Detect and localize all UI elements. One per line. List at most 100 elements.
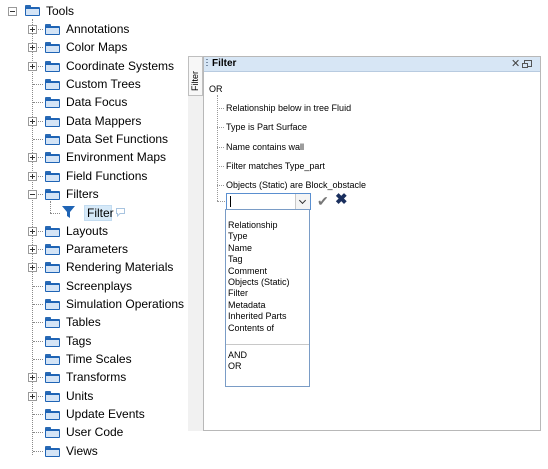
dropdown-operator-option[interactable]: AND [228, 350, 247, 361]
expand-icon[interactable] [28, 373, 37, 382]
tree-guide-branch [33, 451, 43, 452]
expand-icon[interactable] [28, 43, 37, 52]
folder-icon [45, 79, 60, 90]
dropdown-option[interactable]: Tag [228, 254, 243, 265]
tree-item-label[interactable]: Rendering Materials [66, 258, 173, 276]
panel-header[interactable]: Filter ✕ [204, 57, 540, 72]
tree-item-label[interactable]: Tables [66, 313, 101, 331]
folder-icon [45, 391, 60, 402]
tree-item-label[interactable]: Time Scales [66, 350, 132, 368]
filter-condition[interactable]: Relationship below in tree Fluid [226, 102, 351, 114]
filter-condition[interactable]: Name contains wall [226, 141, 304, 153]
dropdown-option[interactable]: Relationship [228, 220, 278, 231]
root-operator[interactable]: OR [209, 83, 223, 95]
float-window-icon[interactable] [522, 60, 532, 68]
tree-item-label[interactable]: Environment Maps [66, 148, 166, 166]
dropdown-option[interactable]: Filter [228, 288, 248, 299]
filter-funnel-icon [62, 206, 75, 218]
tree-guide-branch [33, 139, 43, 140]
filter-guide-branch [217, 185, 224, 186]
close-icon[interactable]: ✕ [511, 57, 520, 71]
filter-condition[interactable]: Filter matches Type_part [226, 160, 325, 172]
tree-item-label[interactable]: Units [66, 387, 93, 405]
folder-icon [45, 152, 60, 163]
filter-condition[interactable]: Type is Part Surface [226, 121, 307, 133]
tree-guide-line-filter [50, 213, 60, 214]
expand-icon[interactable] [28, 117, 37, 126]
tree-guide-branch [33, 341, 43, 342]
tree-guide-branch [33, 432, 43, 433]
tree-item-label[interactable]: Views [66, 442, 98, 460]
folder-icon [45, 244, 60, 255]
dropdown-operator-option[interactable]: OR [228, 361, 242, 372]
folder-icon [45, 281, 60, 292]
tree-item-label[interactable]: Update Events [66, 405, 145, 423]
folder-icon [45, 134, 60, 145]
tree-item-label[interactable]: User Code [66, 423, 123, 441]
condition-type-combo[interactable] [226, 193, 311, 210]
filter-panel: Filter ✕ OR Relationship below in tree F… [203, 56, 541, 431]
dropdown-arrow-icon[interactable] [295, 194, 310, 209]
dropdown-option[interactable]: Comment [228, 266, 267, 277]
dropdown-option[interactable]: Name [228, 243, 252, 254]
side-tab-strip [188, 56, 204, 431]
folder-icon [45, 189, 60, 200]
collapse-tools-icon[interactable] [8, 7, 17, 16]
filter-condition[interactable]: Objects (Static) are Block_obstacle [226, 179, 366, 191]
tree-guide-branch [33, 304, 43, 305]
accept-check-icon[interactable]: ✔ [317, 193, 329, 209]
expand-icon[interactable] [28, 25, 37, 34]
tree-item-label[interactable]: Coordinate Systems [66, 57, 174, 75]
tree-item-label[interactable]: Filters [66, 185, 99, 203]
expand-icon[interactable] [28, 392, 37, 401]
tree-item-label[interactable]: Screenplays [66, 277, 132, 295]
folder-icon [45, 116, 60, 127]
tree-item-label[interactable]: Parameters [66, 240, 128, 258]
tree-guide-line-filters [50, 201, 51, 213]
dropdown-option[interactable]: Contents of [228, 323, 274, 334]
comment-bubble-icon[interactable] [115, 207, 126, 217]
expand-icon[interactable] [28, 227, 37, 236]
expand-icon[interactable] [28, 62, 37, 71]
tree-guide-branch [33, 102, 43, 103]
folder-icon [45, 409, 60, 420]
folder-icon [45, 226, 60, 237]
tree-item-label[interactable]: Data Focus [66, 93, 127, 111]
cancel-x-icon[interactable]: ✖ [335, 192, 348, 208]
drag-grip-icon[interactable] [206, 59, 208, 68]
tree-item-label[interactable]: Layouts [66, 222, 108, 240]
tree-item-label[interactable]: Data Mappers [66, 112, 141, 130]
folder-icon [45, 299, 60, 310]
filter-guide-branch [217, 108, 224, 109]
tree-guide-branch [33, 286, 43, 287]
tree-item-label[interactable]: Custom Trees [66, 75, 141, 93]
tree-item-label[interactable]: Tags [66, 332, 91, 350]
tree-root-tools[interactable]: Tools [46, 2, 74, 20]
folder-icon [45, 317, 60, 328]
expand-icon[interactable] [28, 153, 37, 162]
dropdown-option[interactable]: Type [228, 231, 248, 242]
folder-icon [45, 336, 60, 347]
side-tab-filter[interactable]: Filter [188, 56, 203, 96]
folder-icon [45, 61, 60, 72]
dropdown-option[interactable]: Inherited Parts [228, 311, 287, 322]
tree-item-label[interactable]: Data Set Functions [66, 130, 168, 148]
filter-guide-branch [217, 147, 224, 148]
dropdown-option[interactable]: Objects (Static) [228, 277, 290, 288]
tree-item-label[interactable]: Annotations [66, 20, 129, 38]
filter-guide-branch [217, 127, 224, 128]
expand-icon[interactable] [28, 172, 37, 181]
dropdown-separator [226, 344, 309, 345]
expand-icon[interactable] [28, 245, 37, 254]
expand-icon[interactable] [28, 263, 37, 272]
folder-icon [45, 262, 60, 273]
dropdown-option[interactable]: Metadata [228, 300, 266, 311]
tree-guide-branch [33, 322, 43, 323]
filter-guide-branch [217, 166, 224, 167]
tree-item-label[interactable]: Simulation Operations [66, 295, 184, 313]
tree-item-filter[interactable]: Filter [87, 204, 114, 222]
tree-item-label[interactable]: Transforms [66, 368, 126, 386]
collapse-icon[interactable] [28, 190, 37, 199]
tree-item-label[interactable]: Color Maps [66, 38, 127, 56]
tree-item-label[interactable]: Field Functions [66, 167, 147, 185]
